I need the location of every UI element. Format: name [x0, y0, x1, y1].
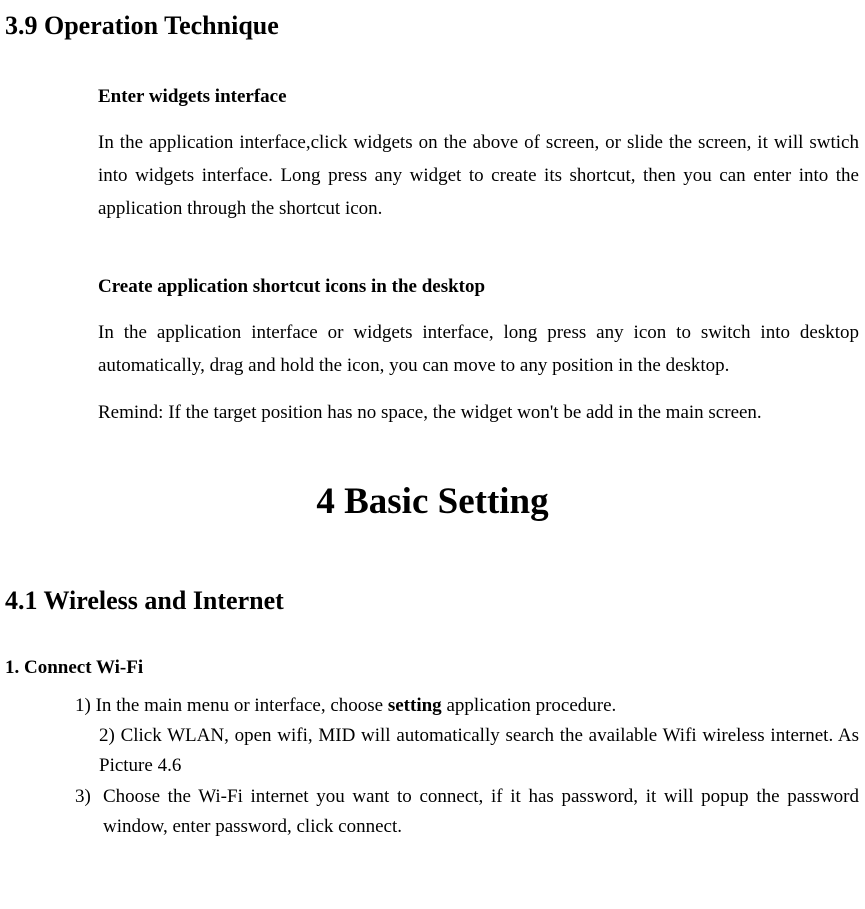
list-item-3-text: Choose the Wi-Fi internet you want to co…: [103, 782, 859, 843]
list-item-2: 2) Click WLAN, open wifi, MID will autom…: [99, 721, 859, 782]
list-item-1-bold: setting: [388, 695, 442, 716]
connect-wifi-heading: 1. Connect Wi-Fi: [5, 654, 865, 683]
paragraph-create-shortcut-body2: Remind: If the target position has no sp…: [98, 396, 859, 429]
subheading-enter-widgets: Enter widgets interface: [98, 83, 865, 112]
section-heading-41: 4.1 Wireless and Internet: [5, 581, 865, 620]
list-item-3-number: 3): [75, 782, 103, 843]
list-item-1-suffix: application procedure.: [442, 695, 617, 716]
chapter-4-heading: 4 Basic Setting: [0, 474, 865, 530]
section-heading-39: 3.9 Operation Technique: [5, 6, 865, 45]
subheading-create-shortcut: Create application shortcut icons in the…: [98, 273, 865, 302]
list-item-1: 1) In the main menu or interface, choose…: [75, 691, 865, 721]
paragraph-enter-widgets-body: In the application interface,click widge…: [98, 126, 859, 226]
list-item-1-prefix: 1) In the main menu or interface, choose: [75, 695, 388, 716]
paragraph-create-shortcut-body1: In the application interface or widgets …: [98, 316, 859, 383]
list-item-3: 3) Choose the Wi-Fi internet you want to…: [75, 782, 859, 843]
